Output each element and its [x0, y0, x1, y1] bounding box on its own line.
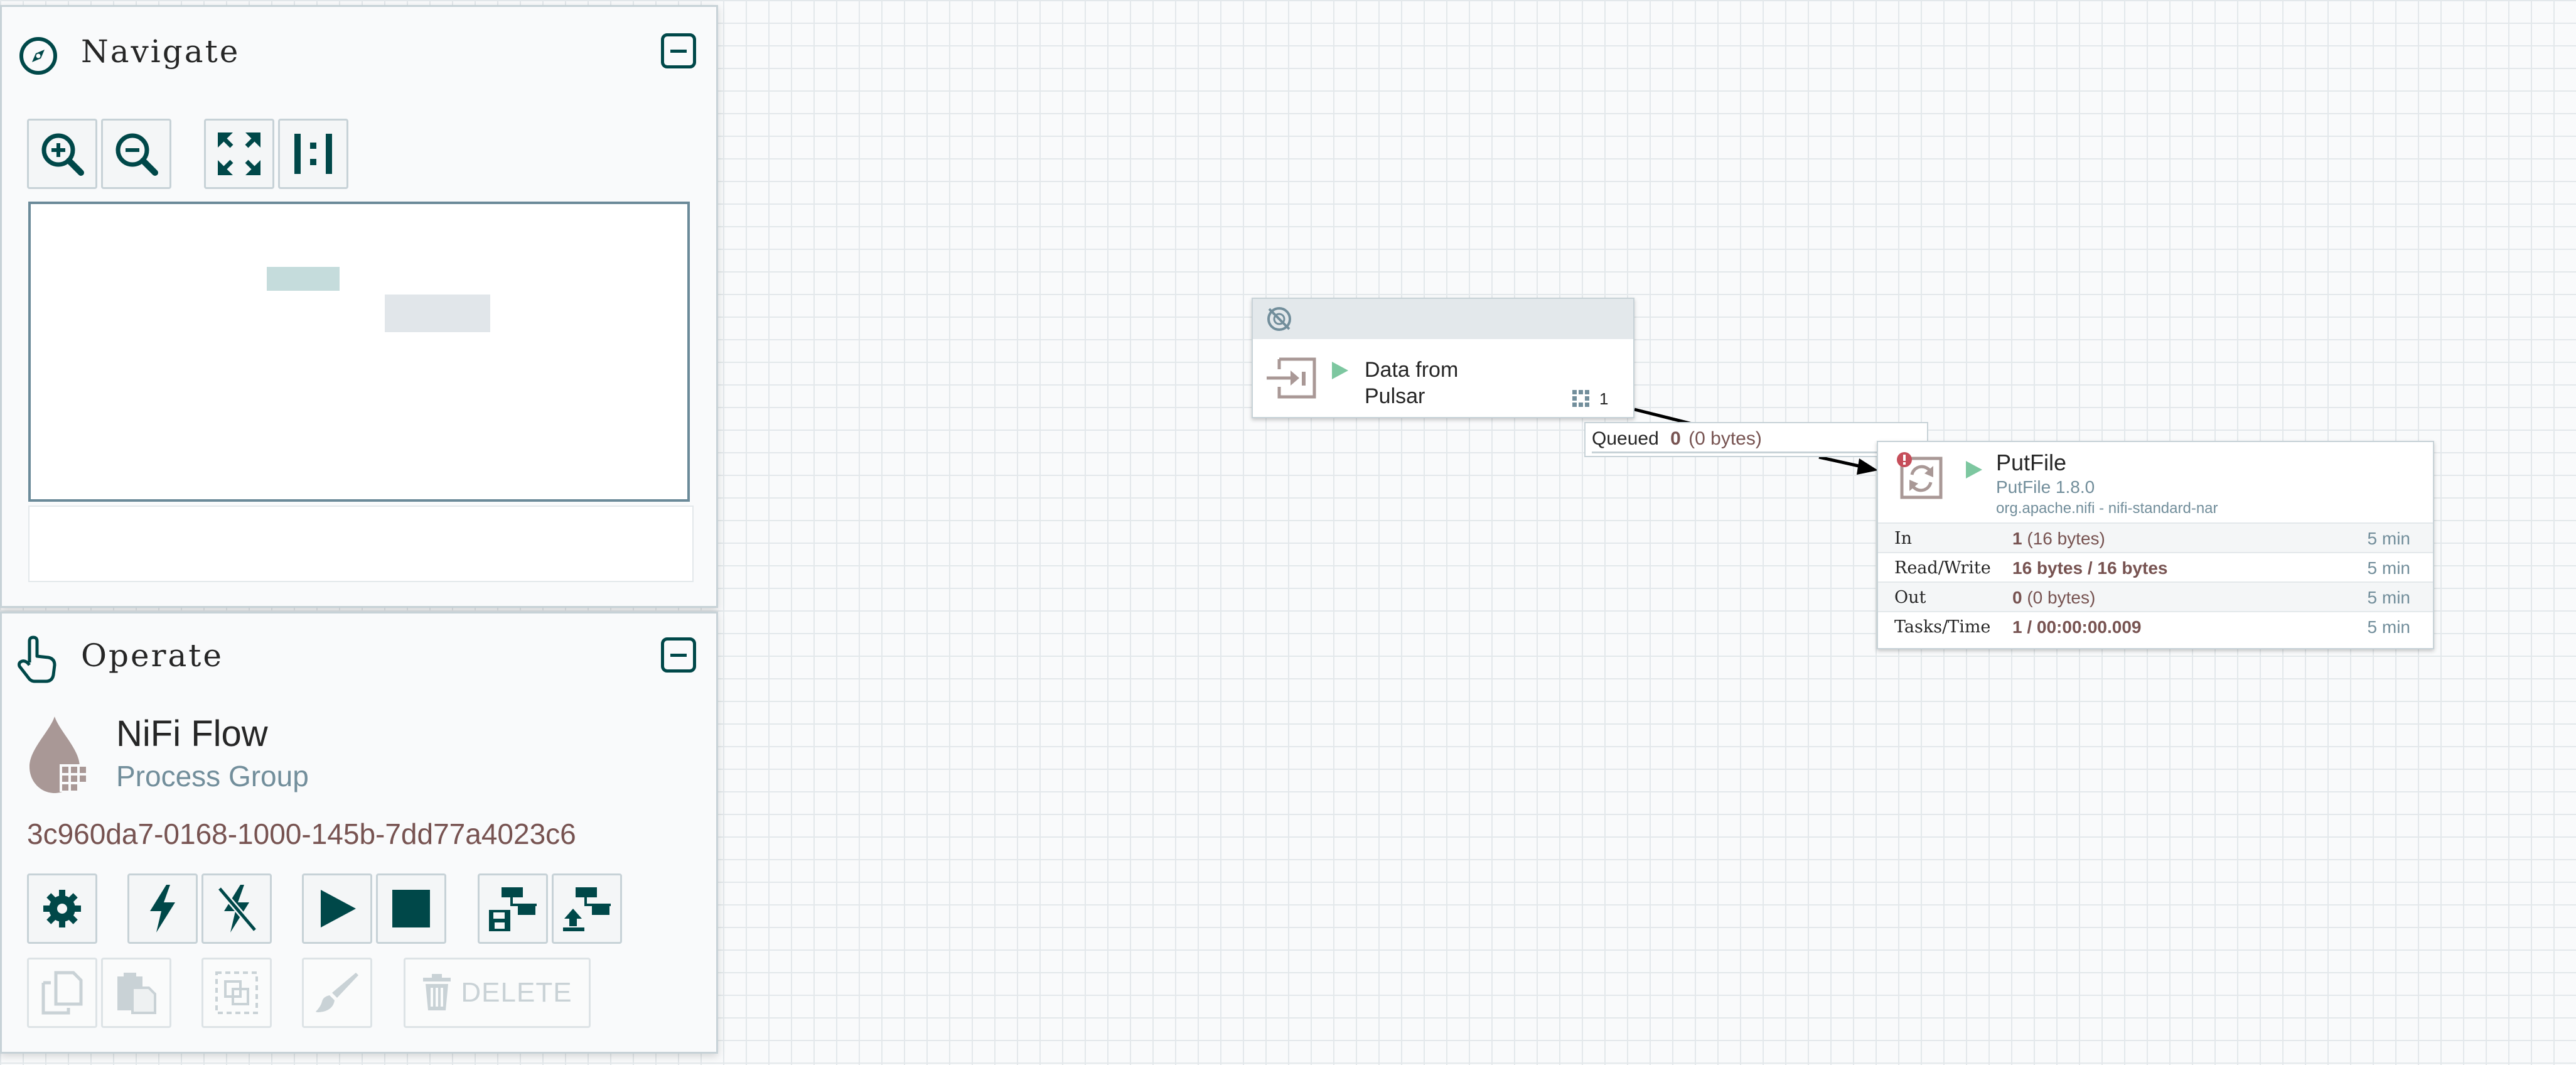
input-port-name-line1: Data from — [1365, 358, 1459, 382]
not-transmitting-icon — [1267, 307, 1291, 331]
stat-row-in: In 1 (16 bytes) 5 min — [1878, 522, 2433, 552]
stat-label: Tasks/Time — [1894, 617, 1991, 637]
input-port-header — [1253, 299, 1633, 339]
input-port-icon — [1267, 357, 1316, 399]
processor-bundle: org.apache.nifi - nifi-standard-nar — [1996, 500, 2218, 517]
connections-grid-icon — [1572, 390, 1589, 407]
stat-value: 16 bytes / 16 bytes — [2012, 558, 2168, 578]
stat-label: In — [1894, 529, 1913, 548]
run-status-icon — [1966, 461, 1982, 478]
input-port-data-from-pulsar[interactable]: Data from Pulsar 1 — [1252, 298, 1634, 418]
connections-count: 1 — [1599, 389, 1609, 408]
stat-time: 5 min — [2367, 558, 2410, 578]
stat-label: Read/Write — [1894, 558, 1991, 578]
queued-size: (0 bytes) — [1688, 428, 1762, 449]
stat-label: Out — [1894, 588, 1926, 607]
stat-row-read-write: Read/Write 16 bytes / 16 bytes 5 min — [1878, 552, 2433, 581]
stat-value: 1 (16 bytes) — [2012, 529, 2105, 548]
stat-value: 0 (0 bytes) — [2012, 588, 2096, 607]
input-port-name: Data from Pulsar — [1365, 357, 1458, 409]
processor-putfile[interactable]: PutFile PutFile 1.8.0 org.apache.nifi - … — [1877, 441, 2434, 649]
stat-time: 5 min — [2367, 588, 2410, 607]
stat-row-out: Out 0 (0 bytes) 5 min — [1878, 581, 2433, 611]
processor-stats: In 1 (16 bytes) 5 min Read/Write 16 byte… — [1878, 522, 2433, 641]
stat-time: 5 min — [2367, 617, 2410, 637]
input-port-name-line2: Pulsar — [1365, 384, 1425, 408]
stat-time: 5 min — [2367, 529, 2410, 548]
queued-label: Queued — [1592, 428, 1659, 449]
processor-name: PutFile — [1996, 450, 2067, 475]
stat-row-tasks-time: Tasks/Time 1 / 00:00:00.009 5 min — [1878, 611, 2433, 641]
run-status-icon — [1332, 362, 1348, 379]
queue-progress-track — [1592, 451, 1921, 453]
processor-type: PutFile 1.8.0 — [1996, 477, 2095, 497]
stat-value: 1 / 00:00:00.009 — [2012, 617, 2142, 637]
processor-icon — [1897, 452, 1943, 499]
queued-count: 0 — [1670, 428, 1681, 449]
